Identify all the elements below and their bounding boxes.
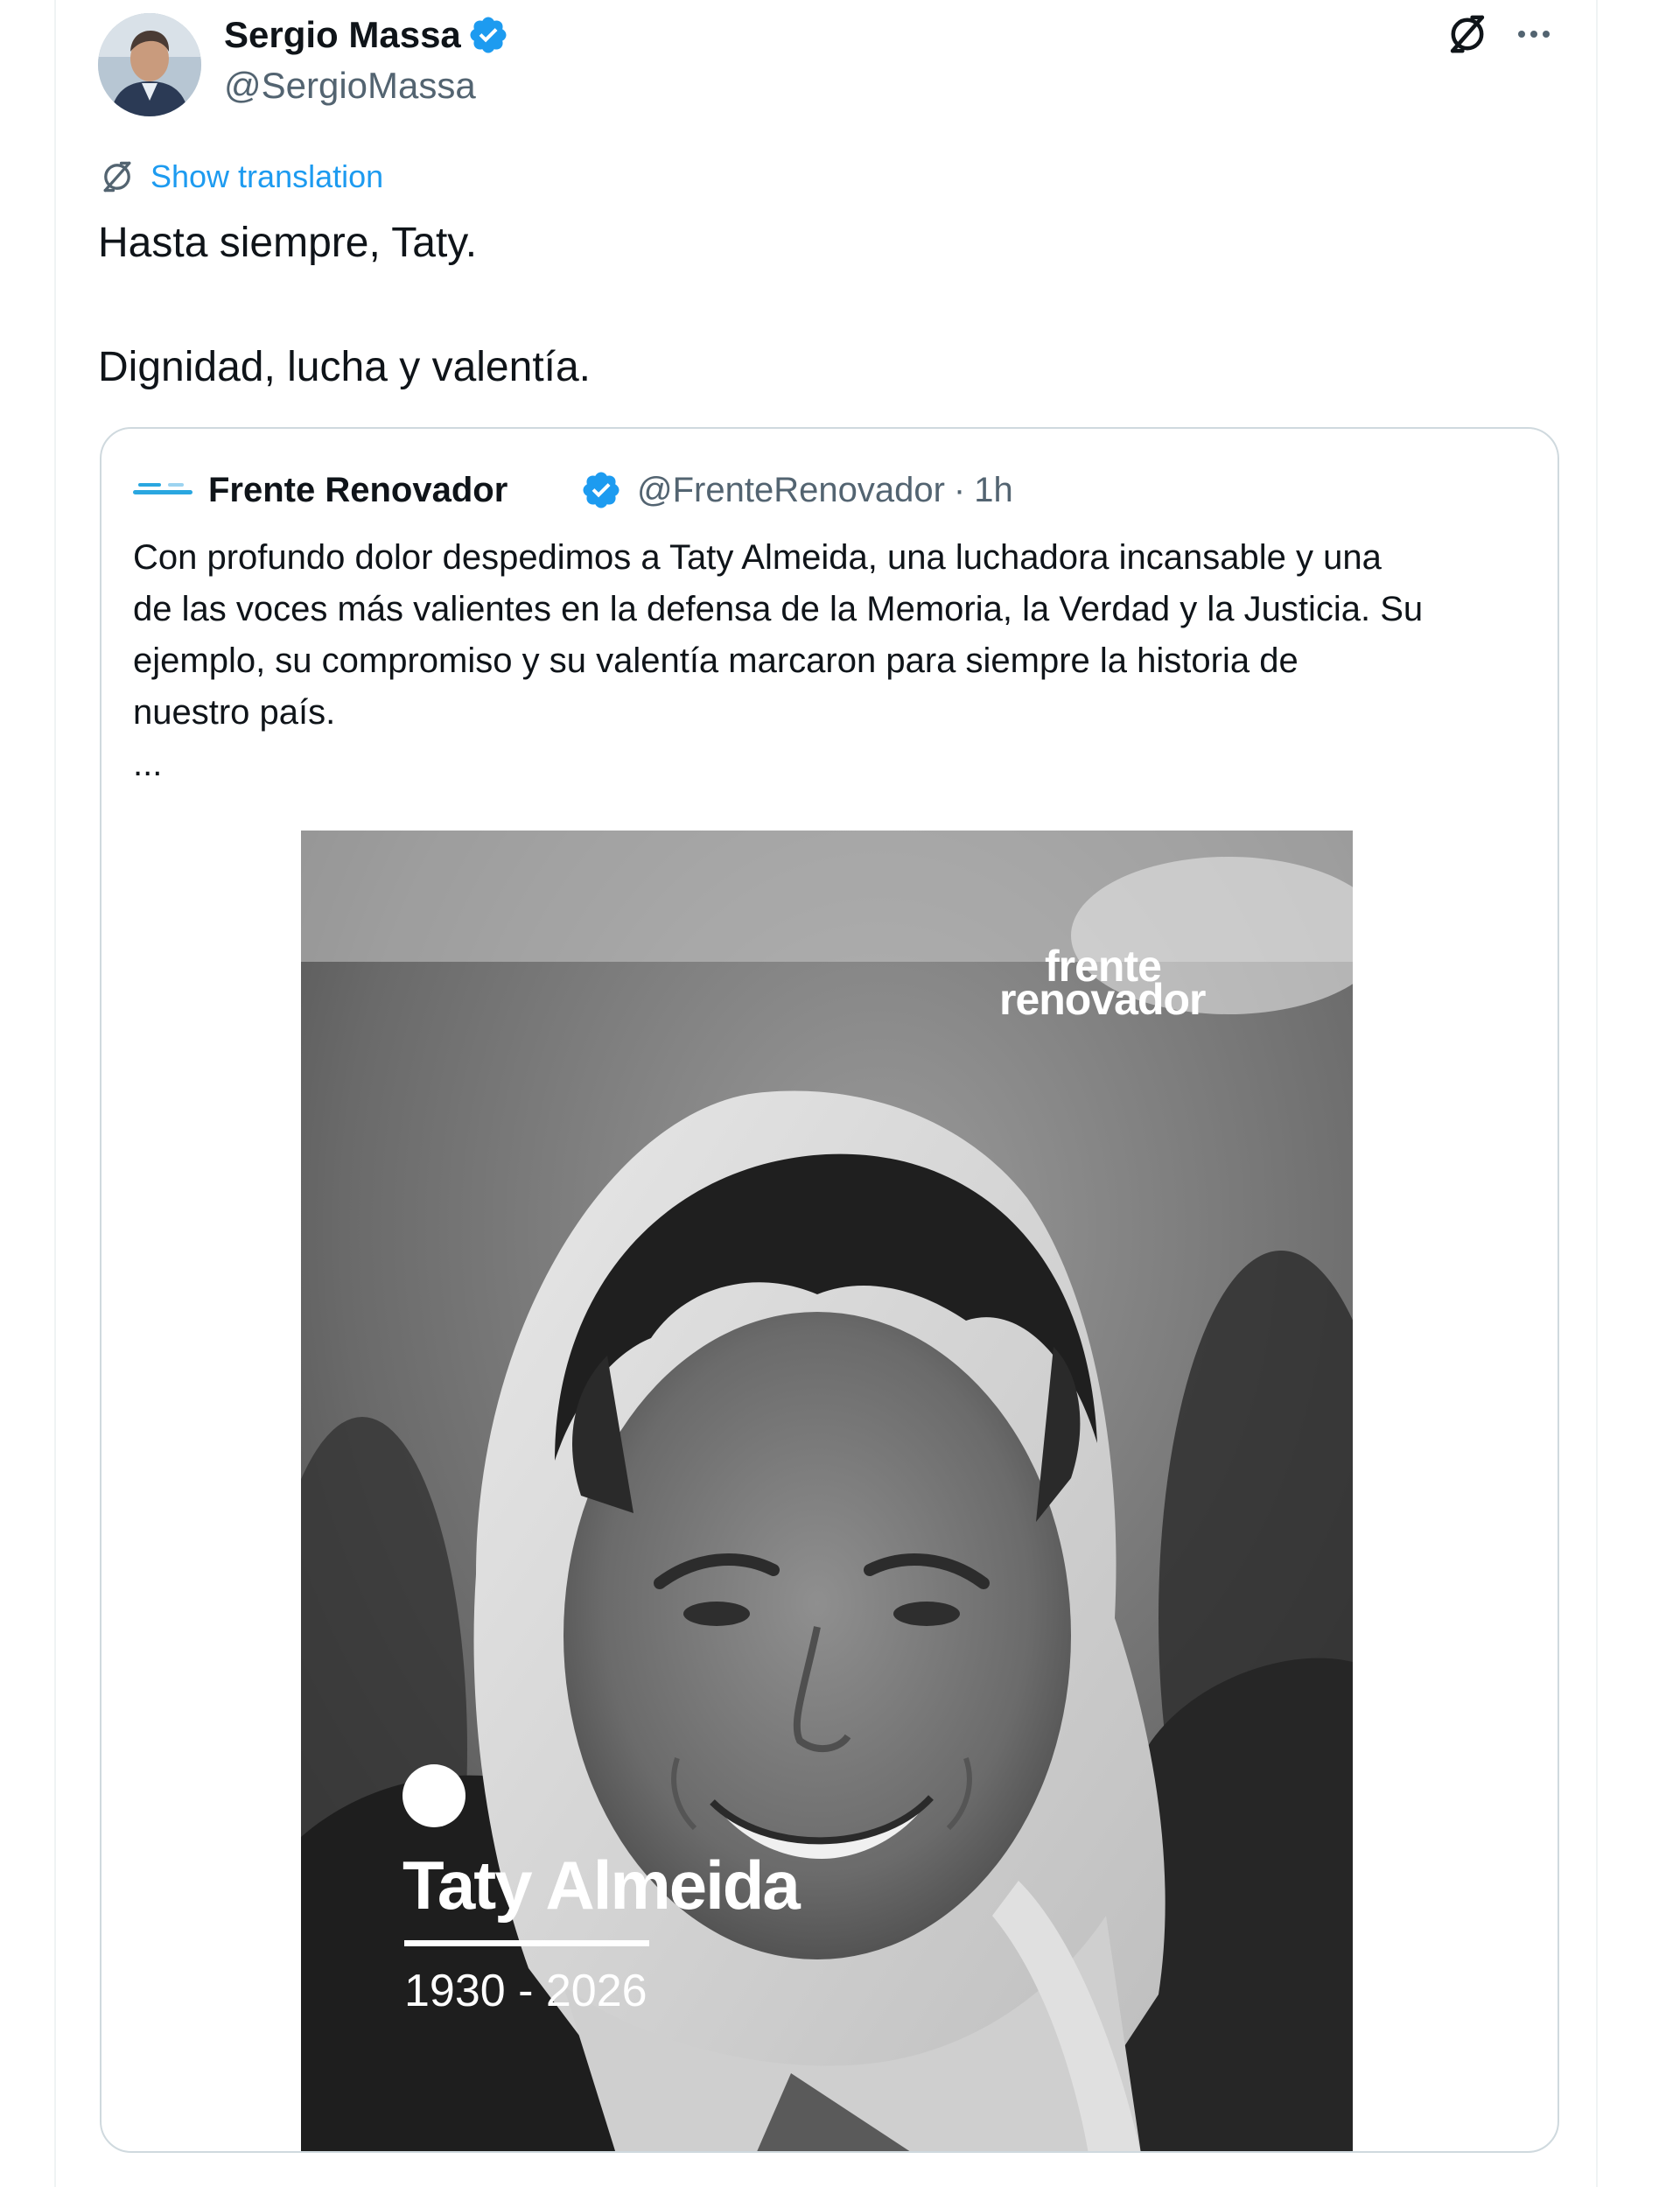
tweet-card: Sergio Massa @SergioMassa Show translati…: [54, 0, 1598, 2187]
memorial-name: Taty Almeida: [402, 1847, 801, 1924]
quoted-text-line: Con profundo dolor despedimos a Taty Alm…: [133, 538, 1382, 577]
frente-renovador-logo: [133, 483, 192, 494]
translate-icon[interactable]: [1444, 11, 1491, 58]
author-handle[interactable]: @SergioMassa: [224, 61, 476, 110]
show-translation-label: Show translation: [150, 158, 384, 194]
quoted-author-handle[interactable]: @FrenteRenovador: [637, 471, 945, 509]
quoted-author-name[interactable]: Frente Renovador: [208, 467, 508, 513]
more-options-icon[interactable]: [1512, 16, 1556, 53]
frente-renovador-watermark: frente renovador: [999, 944, 1207, 1024]
translate-icon: [103, 161, 131, 193]
tweet-text-line: Dignidad, lucha y valentía.: [98, 344, 592, 390]
meta-separator: ·: [953, 471, 966, 509]
quoted-text-line: ejemplo, su compromiso y su valentía mar…: [133, 641, 1298, 680]
quoted-meta: @FrenteRenovador · 1h: [637, 467, 1013, 513]
memorial-years: 1930 - 2026: [404, 1966, 648, 2016]
quoted-media-image[interactable]: frente renovador Taty Almeida 1930 - 202…: [301, 831, 1353, 2151]
quoted-text-line: nuestro país.: [133, 693, 336, 732]
watermark-line: renovador: [999, 975, 1207, 1024]
memorial-divider: [404, 1940, 649, 1946]
quoted-text-line: de las voces más valientes en la defensa…: [133, 590, 1424, 628]
memorial-dot: [402, 1764, 466, 1827]
verified-badge-icon: [583, 472, 620, 508]
show-more-ellipsis[interactable]: ...: [133, 739, 1533, 790]
quoted-tweet[interactable]: Frente Renovador @FrenteRenovador · 1h Con…: [100, 427, 1559, 2153]
author-name[interactable]: Sergio Massa: [224, 11, 461, 60]
show-translation-link[interactable]: Show translation: [98, 156, 383, 198]
tweet-text-line: Hasta siempre, Taty.: [98, 220, 478, 266]
quoted-timestamp[interactable]: 1h: [974, 471, 1013, 509]
quoted-text: Con profundo dolor despedimos a Taty Alm…: [133, 532, 1533, 790]
avatar-photo: [98, 13, 201, 116]
portrait-photo: [301, 831, 1353, 2151]
author-avatar[interactable]: [98, 13, 201, 116]
verified-badge-icon: [470, 17, 507, 53]
